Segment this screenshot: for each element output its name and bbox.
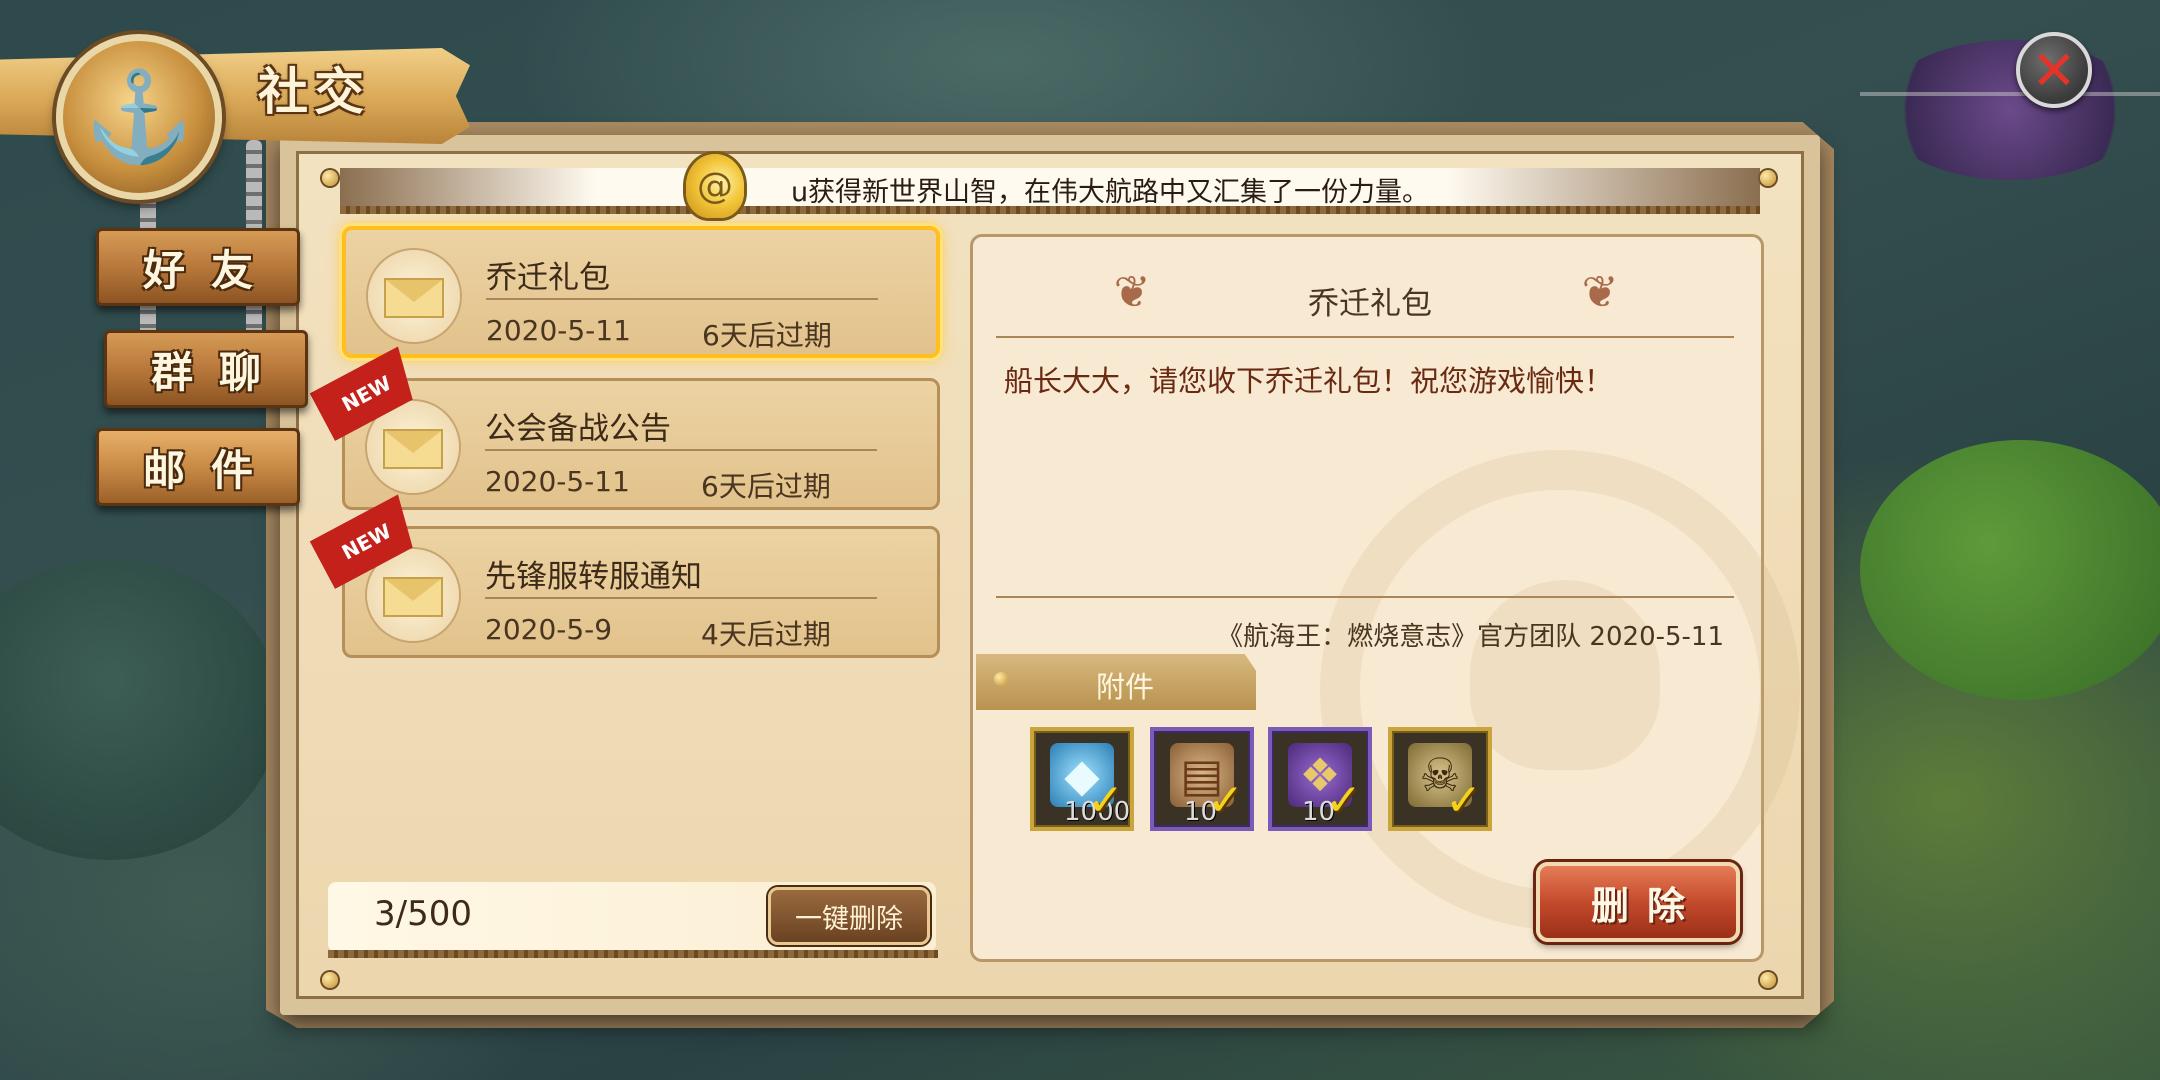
mail-expiry: 6天后过期 [701, 470, 831, 503]
claimed-check-icon: ✓ [1445, 775, 1482, 826]
close-icon: ✕ [2031, 38, 2077, 102]
mail-date: 2020-5-9 [485, 613, 613, 646]
detail-signature: 《航海王：燃烧意志》官方团队 2020-5-11 [1217, 622, 1724, 652]
mail-count: 3/500 [374, 894, 472, 934]
nav-item-friends[interactable]: 好友 [96, 228, 300, 306]
mail-item[interactable]: 先锋服转服通知 2020-5-9 4天后过期 NEW [342, 526, 940, 658]
snail-icon: @ [686, 154, 744, 218]
attachment-slot[interactable]: ▤ 10 ✓ [1150, 727, 1254, 831]
attachments-label: 附件 [1096, 670, 1155, 704]
ticker-underline [340, 206, 1760, 214]
mail-expiry: 6天后过期 [702, 319, 832, 352]
rivet [1760, 972, 1776, 988]
claimed-check-icon: ✓ [1207, 775, 1244, 826]
claimed-check-icon: ✓ [1325, 775, 1362, 826]
mail-item[interactable]: 乔迁礼包 2020-5-11 6天后过期 [342, 226, 940, 358]
attachment-slot[interactable]: ☠ ✓ [1388, 727, 1492, 831]
mail-expiry: 4天后过期 [701, 618, 831, 651]
swirl-ornament-icon: ❦ [1113, 267, 1151, 318]
background-coral [1880, 40, 2140, 180]
delete-button[interactable]: 删除 [1536, 862, 1740, 942]
broadcast-ticker: u获得新世界山智，在伟大航路中又汇集了一份力量。 [340, 168, 1760, 210]
mail-title: 先锋服转服通知 [485, 559, 702, 595]
detail-body: 船长大大，请您收下乔迁礼包！祝您游戏愉快！ [1004, 364, 1614, 398]
mail-title: 乔迁礼包 [486, 260, 610, 296]
rivet [1760, 170, 1776, 186]
envelope-shape [383, 429, 443, 469]
divider [996, 596, 1734, 598]
rivet [322, 170, 338, 186]
swirl-ornament-icon: ❦ [1581, 267, 1619, 318]
divider [485, 597, 877, 599]
divider [486, 298, 878, 300]
close-button[interactable]: ✕ [2016, 32, 2092, 108]
nav-item-group-chat[interactable]: 群聊 [104, 330, 308, 408]
ticker-text: u获得新世界山智，在伟大航路中又汇集了一份力量。 [790, 176, 1430, 208]
attachment-slot[interactable]: ❖ 10 ✓ [1268, 727, 1372, 831]
detail-title: 乔迁礼包 [1308, 286, 1432, 322]
skull-watermark [1470, 580, 1660, 770]
mail-date: 2020-5-11 [485, 465, 630, 498]
rivet [994, 672, 1008, 686]
divider [1860, 92, 2160, 96]
nav-item-mail[interactable]: 邮件 [96, 428, 300, 506]
background-rock [0, 560, 280, 860]
background-rock [1860, 440, 2160, 700]
attachment-slot[interactable]: ◆ 1000 ✓ [1030, 727, 1134, 831]
mail-item[interactable]: 公会备战公告 2020-5-11 6天后过期 NEW [342, 378, 940, 510]
delete-all-button[interactable]: 一键删除 [768, 887, 930, 945]
envelope-icon [368, 250, 460, 342]
page-title: 社交 [258, 62, 370, 121]
divider [996, 336, 1734, 338]
rivet [322, 972, 338, 988]
claimed-check-icon: ✓ [1087, 775, 1124, 826]
anchor-icon: ⚓ [56, 34, 222, 200]
mail-title: 公会备战公告 [485, 411, 671, 447]
mail-date: 2020-5-11 [486, 314, 631, 347]
divider [485, 449, 877, 451]
game-screen: ⚓ 社交 好友 群聊 邮件 ✕ u获得新世界山智，在伟大航路中又汇集了一份力量。… [0, 0, 2160, 1080]
envelope-shape [384, 278, 444, 318]
divider [328, 950, 938, 958]
envelope-shape [383, 577, 443, 617]
